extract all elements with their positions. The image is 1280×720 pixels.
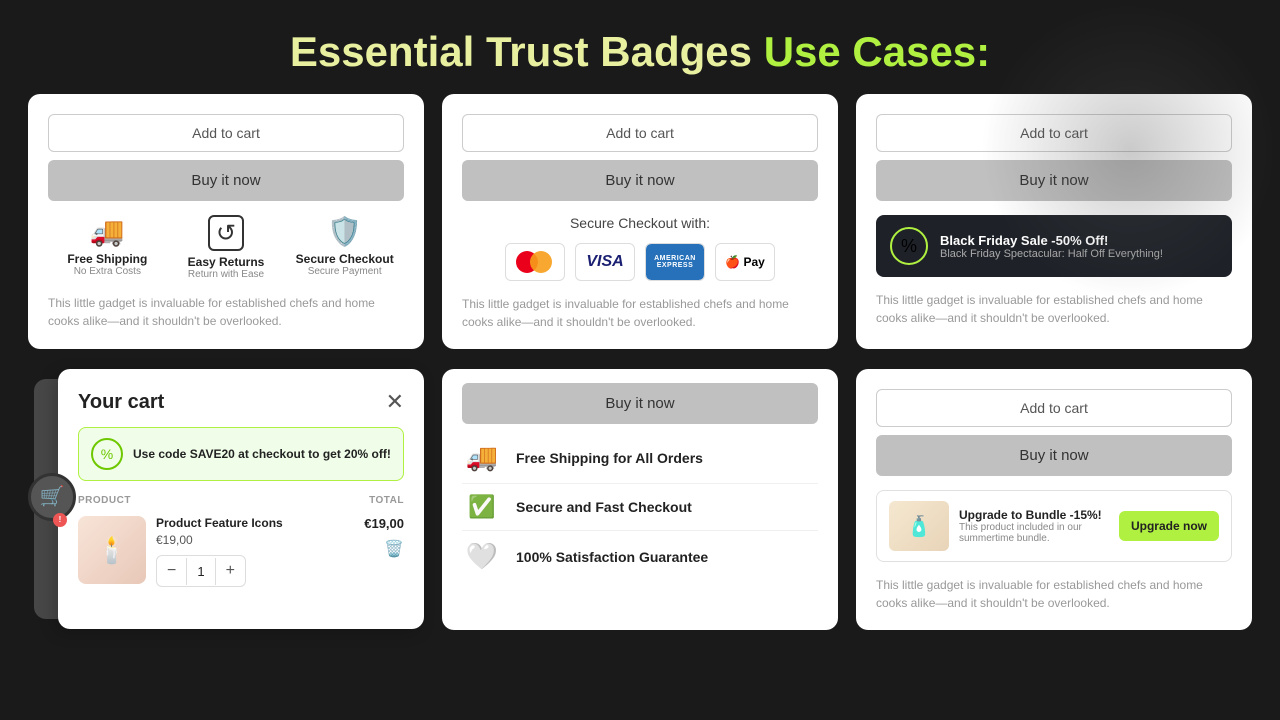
amex-icon: AMERICAN EXPRESS bbox=[645, 243, 705, 281]
card3-desc: This little gadget is invaluable for est… bbox=[876, 291, 1232, 327]
title-white: Essential Trust Badges bbox=[290, 28, 752, 75]
upgrade-text: Upgrade to Bundle -15%! This product inc… bbox=[959, 508, 1109, 544]
cart-item-image: 🕯️ bbox=[78, 516, 146, 584]
feature-shipping-icon: 🚚 bbox=[462, 442, 502, 473]
feature-checkout: ✅ Secure and Fast Checkout bbox=[462, 484, 818, 531]
delete-item-button[interactable]: 🗑️ bbox=[384, 539, 404, 559]
product-col-label: PRODUCT bbox=[78, 495, 131, 506]
shipping-label: Free Shipping bbox=[48, 252, 167, 266]
cart-item: 🕯️ Product Feature Icons €19,00 − 1 + €1… bbox=[78, 516, 404, 587]
cart-item-right: €19,00 🗑️ bbox=[364, 516, 404, 559]
upgrade-banner: 🧴 Upgrade to Bundle -15%! This product i… bbox=[876, 490, 1232, 562]
cart-badge: ! bbox=[53, 513, 67, 527]
secure-icon: 🛡️ bbox=[285, 215, 404, 248]
shipping-sublabel: No Extra Costs bbox=[48, 266, 167, 277]
visa-icon: VISA bbox=[575, 243, 635, 281]
feature-guarantee-label: 100% Satisfaction Guarantee bbox=[516, 549, 708, 565]
trust-icon-shipping: 🚚 Free Shipping No Extra Costs bbox=[48, 215, 167, 280]
buy-now-button-1[interactable]: Buy it now bbox=[48, 160, 404, 201]
feature-guarantee-icon: 🤍 bbox=[462, 541, 502, 572]
card-bundle: Add to cart Buy it now 🧴 Upgrade to Bund… bbox=[856, 369, 1252, 630]
trust-icon-secure: 🛡️ Secure Checkout Secure Payment bbox=[285, 215, 404, 280]
mastercard-icon bbox=[505, 243, 565, 281]
title-green: Use Cases: bbox=[764, 28, 990, 75]
buy-now-button-5[interactable]: Buy it now bbox=[462, 383, 818, 424]
trust-icon-returns: ↺ Easy Returns Return with Ease bbox=[167, 215, 286, 280]
apple-pay-icon: 🍎 Pay bbox=[715, 243, 775, 281]
page-title: Essential Trust Badges Use Cases: bbox=[0, 0, 1280, 94]
buy-now-button-6[interactable]: Buy it now bbox=[876, 435, 1232, 476]
buy-now-button-2[interactable]: Buy it now bbox=[462, 160, 818, 201]
cart-item-total: €19,00 bbox=[364, 516, 404, 531]
feature-shipping: 🚚 Free Shipping for All Orders bbox=[462, 432, 818, 484]
promo-icon: % bbox=[890, 227, 928, 265]
promo-banner: % Black Friday Sale -50% Off! Black Frid… bbox=[876, 215, 1232, 277]
coupon-icon: % bbox=[91, 438, 123, 470]
card1-desc: This little gadget is invaluable for est… bbox=[48, 294, 404, 330]
upgrade-now-button[interactable]: Upgrade now bbox=[1119, 511, 1219, 541]
qty-control: − 1 + bbox=[156, 555, 246, 587]
qty-value: 1 bbox=[186, 558, 215, 585]
upgrade-title: Upgrade to Bundle -15%! bbox=[959, 508, 1109, 522]
shipping-icon: 🚚 bbox=[48, 215, 167, 248]
upgrade-sub: This product included in our summertime … bbox=[959, 522, 1109, 544]
close-cart-button[interactable]: ✕ bbox=[386, 389, 404, 415]
coupon-banner: % Use code SAVE20 at checkout to get 20%… bbox=[78, 427, 404, 481]
trust-icons-row: 🚚 Free Shipping No Extra Costs ↺ Easy Re… bbox=[48, 215, 404, 280]
card-cart-wrapper: 🛒 ! Your cart ✕ % Use code SAVE20 at che… bbox=[28, 369, 424, 630]
bottom-grid: 🛒 ! Your cart ✕ % Use code SAVE20 at che… bbox=[0, 369, 1280, 650]
top-grid: Add to cart Buy it now 🚚 Free Shipping N… bbox=[0, 94, 1280, 369]
total-col-label: TOTAL bbox=[369, 495, 404, 506]
returns-icon: ↺ bbox=[208, 215, 244, 251]
returns-sublabel: Return with Ease bbox=[167, 269, 286, 280]
add-to-cart-button-2[interactable]: Add to cart bbox=[462, 114, 818, 152]
cart-icon: 🛒 bbox=[28, 473, 76, 521]
cart-title: Your cart bbox=[78, 391, 164, 414]
card-payment-methods: Add to cart Buy it now Secure Checkout w… bbox=[442, 94, 838, 349]
cart-header: Your cart ✕ bbox=[78, 389, 404, 415]
feature-shipping-label: Free Shipping for All Orders bbox=[516, 450, 703, 466]
card2-desc: This little gadget is invaluable for est… bbox=[462, 295, 818, 331]
add-to-cart-button-3[interactable]: Add to cart bbox=[876, 114, 1232, 152]
feature-checkout-icon: ✅ bbox=[462, 494, 502, 520]
secure-checkout-label: Secure Checkout with: bbox=[462, 215, 818, 231]
payment-icons-row: VISA AMERICAN EXPRESS 🍎 Pay bbox=[462, 243, 818, 281]
cart-icon-area: 🛒 ! bbox=[28, 473, 76, 527]
card-promo: Add to cart Buy it now % Black Friday Sa… bbox=[856, 94, 1252, 349]
feature-checkout-label: Secure and Fast Checkout bbox=[516, 499, 692, 515]
returns-label: Easy Returns bbox=[167, 255, 286, 269]
add-to-cart-button-1[interactable]: Add to cart bbox=[48, 114, 404, 152]
promo-sub: Black Friday Spectacular: Half Off Every… bbox=[940, 248, 1163, 260]
cart-item-name: Product Feature Icons bbox=[156, 516, 354, 530]
card-features: Buy it now 🚚 Free Shipping for All Order… bbox=[442, 369, 838, 630]
cart-item-details: Product Feature Icons €19,00 − 1 + bbox=[156, 516, 354, 587]
card-trust-icons: Add to cart Buy it now 🚚 Free Shipping N… bbox=[28, 94, 424, 349]
secure-sublabel: Secure Payment bbox=[285, 266, 404, 277]
feature-list: 🚚 Free Shipping for All Orders ✅ Secure … bbox=[462, 432, 818, 582]
cart-item-price: €19,00 bbox=[156, 533, 354, 547]
card6-desc: This little gadget is invaluable for est… bbox=[876, 576, 1232, 612]
buy-now-button-3[interactable]: Buy it now bbox=[876, 160, 1232, 201]
qty-increase-button[interactable]: + bbox=[216, 556, 245, 586]
cart-product-header: PRODUCT TOTAL bbox=[78, 495, 404, 506]
upgrade-image: 🧴 bbox=[889, 501, 949, 551]
coupon-text: Use code SAVE20 at checkout to get 20% o… bbox=[133, 447, 391, 461]
promo-title: Black Friday Sale -50% Off! bbox=[940, 233, 1163, 248]
cart-card: Your cart ✕ % Use code SAVE20 at checkou… bbox=[58, 369, 424, 629]
secure-label: Secure Checkout bbox=[285, 252, 404, 266]
add-to-cart-button-6[interactable]: Add to cart bbox=[876, 389, 1232, 427]
feature-guarantee: 🤍 100% Satisfaction Guarantee bbox=[462, 531, 818, 582]
qty-decrease-button[interactable]: − bbox=[157, 556, 186, 586]
promo-text: Black Friday Sale -50% Off! Black Friday… bbox=[940, 233, 1163, 260]
